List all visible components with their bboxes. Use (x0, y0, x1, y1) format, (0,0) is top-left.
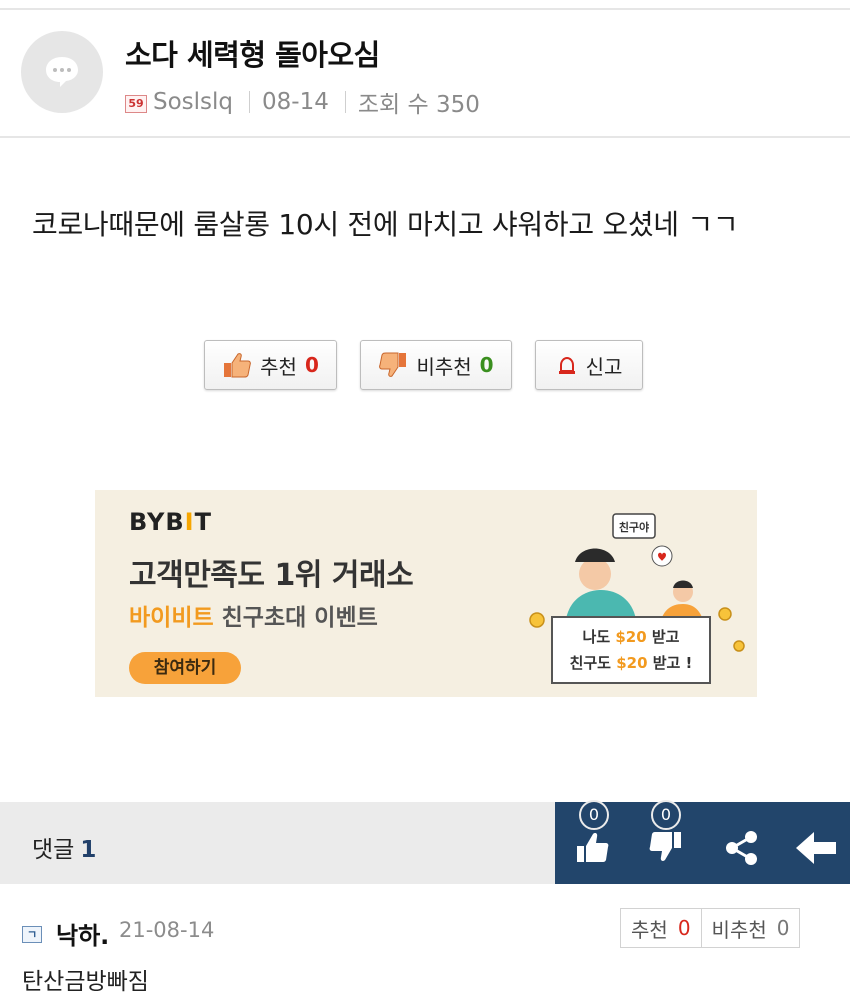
comment-date: 21-08-14 (119, 918, 215, 942)
ad-subheadline: 바이비트 친구초대 이벤트 (129, 605, 378, 631)
siren-icon (558, 356, 575, 374)
ad-card-line2: 친구도 $20 받고 ! (569, 654, 693, 672)
ad-bubble-text: 친구야 (619, 520, 649, 534)
comment-bar: 댓글 1 0 0 (0, 800, 850, 884)
arrow-left-icon (796, 832, 836, 864)
back-action[interactable] (792, 822, 840, 870)
recommend-count: 0 (304, 353, 319, 377)
post-meta: 59 Soslslq 08-14 조회 수 350 (125, 85, 480, 119)
avatar[interactable] (21, 31, 103, 113)
ad-reward-card: 나도 $20 받고 친구도 $20 받고 ! (551, 616, 711, 684)
report-label: 신고 (585, 354, 623, 379)
ad-card-line1: 나도 $20 받고 (582, 628, 680, 646)
share-icon (726, 831, 757, 865)
thumbs-down-icon (379, 352, 407, 377)
meta-divider (249, 91, 251, 113)
comment-not-recommend-count: 0 (776, 916, 790, 940)
comment-item: ㄱ 낙하. 21-08-14 추천 0 비추천 0 탄산금방빠짐 (0, 898, 850, 1004)
dislike-action[interactable]: 0 (643, 800, 691, 870)
comment-votes: 추천 0 비추천 0 (620, 908, 801, 948)
comment-recommend-count: 0 (677, 916, 691, 940)
dislike-count-badge: 0 (651, 800, 681, 830)
post-views: 조회 수 350 (357, 92, 480, 118)
comment-level-badge: ㄱ (22, 926, 42, 943)
ad-banner[interactable]: BYBIT 고객만족도 1위 거래소 바이비트 친구초대 이벤트 참여하기 친구… (95, 490, 757, 697)
post-header: 소다 세력형 돌아오심 59 Soslslq 08-14 조회 수 350 (0, 10, 850, 138)
action-bar: 0 0 (555, 800, 850, 884)
thumbs-up-icon (577, 833, 609, 862)
ad-headline: 고객만족도 1위 거래소 (129, 558, 414, 593)
thumbs-down-icon (649, 832, 681, 861)
comment-recommend-button[interactable]: 추천 0 (621, 909, 701, 947)
not-recommend-count: 0 (479, 353, 494, 377)
post-date: 08-14 (262, 89, 329, 115)
not-recommend-button[interactable]: 비추천 0 (360, 340, 512, 390)
level-badge: 59 (125, 95, 147, 113)
recommend-label: 추천 (260, 354, 297, 379)
recommend-button[interactable]: 추천 0 (204, 340, 337, 390)
share-action[interactable] (718, 822, 766, 870)
thumbs-up-icon (224, 353, 252, 378)
post-body: 코로나때문에 룸살롱 10시 전에 마치고 샤워하고 오셨네 ㄱㄱ (32, 208, 739, 241)
comment-not-recommend-button[interactable]: 비추천 0 (700, 909, 800, 947)
post-author[interactable]: Soslslq (153, 89, 233, 115)
comment-author[interactable]: 낙하. (56, 916, 109, 951)
ad-cta-button[interactable]: 참여하기 (129, 652, 241, 684)
chat-bubble-icon (46, 57, 78, 87)
ad-brand-logo: BYBIT (129, 508, 212, 536)
not-recommend-label: 비추천 (416, 354, 472, 379)
comment-text: 탄산금방빠짐 (22, 969, 149, 995)
like-count-badge: 0 (579, 800, 609, 830)
comment-not-recommend-label: 비추천 (711, 917, 767, 942)
like-action[interactable]: 0 (569, 800, 617, 870)
report-button[interactable]: 신고 (535, 340, 643, 390)
meta-divider (344, 91, 346, 113)
comment-count-label[interactable]: 댓글 1 (32, 830, 96, 864)
comment-recommend-label: 추천 (631, 917, 668, 942)
post-title: 소다 세력형 돌아오심 (125, 38, 380, 72)
